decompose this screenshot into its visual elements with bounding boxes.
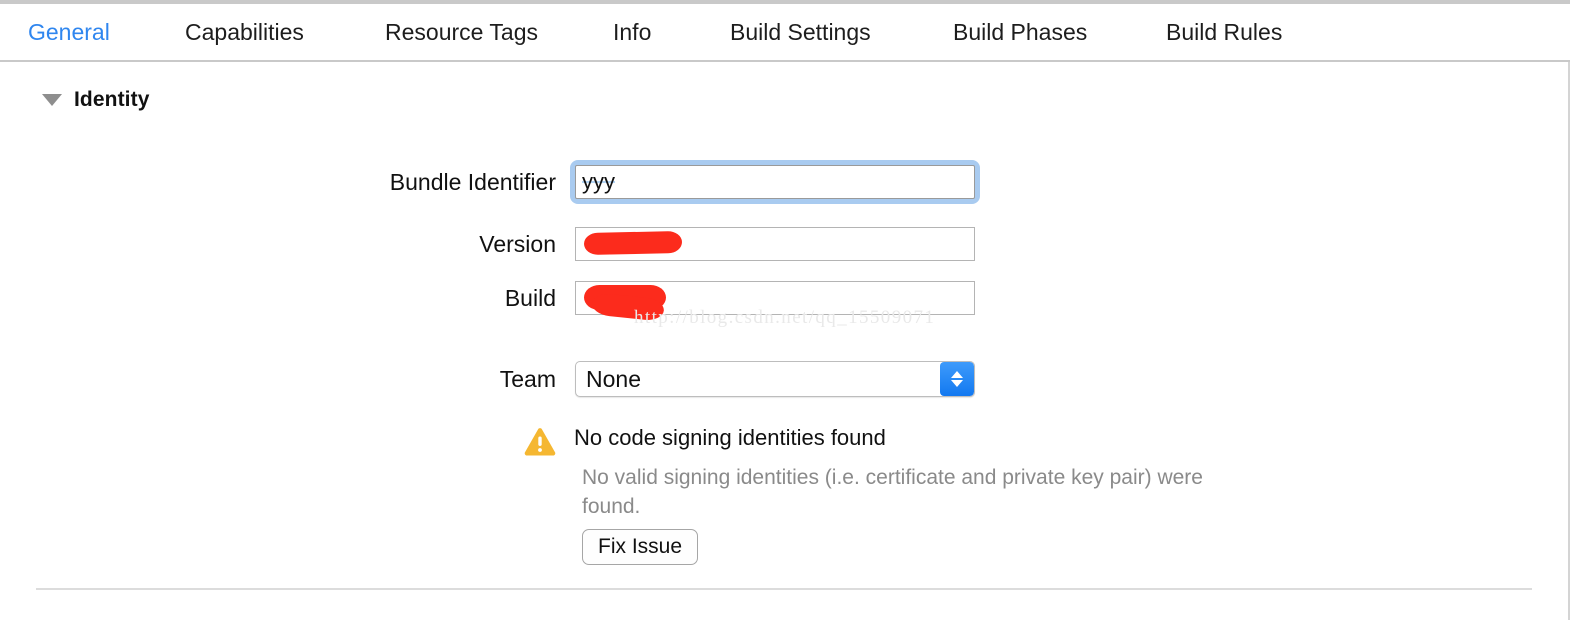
bundle-identifier-value: yyy	[582, 169, 615, 194]
tab-capabilities[interactable]: Capabilities	[185, 15, 304, 50]
signing-warning-header: No code signing identities found	[524, 424, 886, 461]
identity-section-header[interactable]: Identity	[42, 88, 149, 112]
chevron-up-down-icon[interactable]	[940, 362, 974, 396]
team-selected-value: None	[586, 365, 641, 392]
signing-warning-body: No valid signing identities (i.e. certif…	[582, 466, 1203, 518]
identity-section-title: Identity	[74, 88, 150, 111]
chevron-down-glyph	[951, 380, 963, 387]
build-field-wrap	[570, 276, 980, 322]
bundle-identifier-focus-ring: yyy	[570, 160, 980, 204]
tab-build-rules[interactable]: Build Rules	[1166, 15, 1282, 50]
tab-build-settings[interactable]: Build Settings	[730, 15, 871, 50]
tab-resource-tags[interactable]: Resource Tags	[385, 15, 538, 50]
build-redaction-mark-a	[584, 285, 666, 310]
build-redaction-mark-b	[591, 292, 665, 322]
team-select[interactable]: None	[575, 361, 975, 397]
signing-warning-title: No code signing identities found	[574, 425, 886, 450]
version-field-wrap	[570, 222, 980, 266]
chevron-up-glyph	[951, 371, 963, 378]
section-divider	[36, 588, 1532, 590]
row-bundle-identifier: Bundle Identifier yyy	[170, 160, 980, 204]
team-label: Team	[499, 365, 556, 392]
warning-triangle-icon	[524, 427, 556, 461]
row-version: Version	[170, 222, 980, 266]
build-label: Build	[504, 284, 556, 311]
bundle-identifier-input[interactable]: yyy	[575, 165, 975, 199]
triangle-down-icon[interactable]	[42, 94, 62, 106]
signing-warning-block: No code signing identities found No vali…	[524, 424, 1203, 565]
bundle-identifier-label: Bundle Identifier	[389, 168, 556, 195]
row-team: Team None	[170, 356, 980, 402]
project-tab-bar: General Capabilities Resource Tags Info …	[0, 4, 1570, 62]
build-input[interactable]	[575, 281, 975, 322]
tab-build-phases[interactable]: Build Phases	[953, 15, 1087, 50]
tab-general[interactable]: General	[28, 15, 110, 50]
team-field-wrap: None	[570, 356, 980, 402]
version-input[interactable]	[575, 227, 975, 261]
version-label: Version	[479, 230, 556, 257]
row-build: Build	[170, 276, 980, 322]
fix-issue-button[interactable]: Fix Issue	[582, 529, 699, 565]
xcode-project-editor: General Capabilities Resource Tags Info …	[0, 0, 1570, 620]
version-redaction-mark	[583, 230, 683, 256]
tab-info[interactable]: Info	[613, 15, 651, 50]
